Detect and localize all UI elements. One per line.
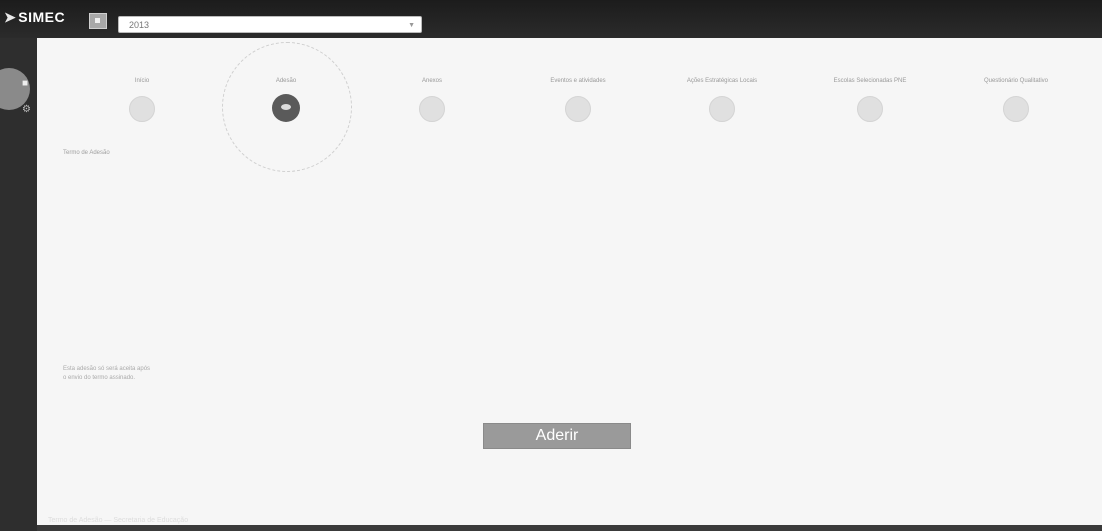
footnote-line-2: o envio do termo assinado. <box>63 375 136 381</box>
step-acoes[interactable]: Ações Estratégicas Locais <box>657 78 787 122</box>
step-label: Eventos e atividades <box>550 78 606 84</box>
bottom-status-text: Termo de Adesão — Secretaria de Educação <box>48 517 189 524</box>
step-label: Adesão <box>275 78 297 84</box>
step-label: Início <box>134 78 150 84</box>
step-adesao[interactable]: Adesão <box>221 78 351 122</box>
year-select-value: 2013 <box>129 20 150 30</box>
step-icon <box>129 96 155 122</box>
eye-icon <box>272 94 300 122</box>
step-icon <box>709 96 735 122</box>
step-icon <box>857 96 883 122</box>
step-escolas[interactable]: Escolas Selecionadas PNE <box>805 78 935 122</box>
step-label: Escolas Selecionadas PNE <box>833 78 907 84</box>
top-bar: ➤ SIMEC 2013 ▼ <box>0 0 1102 38</box>
settings-icon[interactable]: ⚙ <box>22 104 31 115</box>
chevron-down-icon: ▼ <box>408 22 415 29</box>
step-questionario[interactable]: Questionário Qualitativo <box>951 78 1081 122</box>
home-icon[interactable]: ■ <box>22 78 28 89</box>
aderir-button[interactable]: Aderir <box>483 423 631 449</box>
step-icon <box>1003 96 1029 122</box>
logo-text: SIMEC <box>18 9 66 25</box>
step-label: Ações Estratégicas Locais <box>686 78 758 84</box>
section-title: Termo de Adesão <box>63 150 110 156</box>
left-sidebar: ■ ⚙ <box>0 38 37 531</box>
app-logo[interactable]: ➤ SIMEC <box>4 9 65 26</box>
footnote-line-1: Esta adesão só será aceita após <box>63 366 151 372</box>
step-label: Anexos <box>421 78 442 84</box>
step-icon <box>565 96 591 122</box>
main-panel: Início Adesão Anexos Eventos e atividade… <box>37 38 1102 525</box>
wizard-steps: Início Adesão Anexos Eventos e atividade… <box>37 38 1102 178</box>
step-eventos[interactable]: Eventos e atividades <box>513 78 643 122</box>
step-anexos[interactable]: Anexos <box>367 78 497 122</box>
logo-arrow-icon: ➤ <box>4 9 17 25</box>
step-inicio[interactable]: Início <box>77 78 207 122</box>
year-select[interactable]: 2013 ▼ <box>118 16 422 33</box>
step-label: Questionário Qualitativo <box>983 78 1049 84</box>
step-icon <box>419 96 445 122</box>
menu-toggle-button[interactable] <box>89 13 107 29</box>
